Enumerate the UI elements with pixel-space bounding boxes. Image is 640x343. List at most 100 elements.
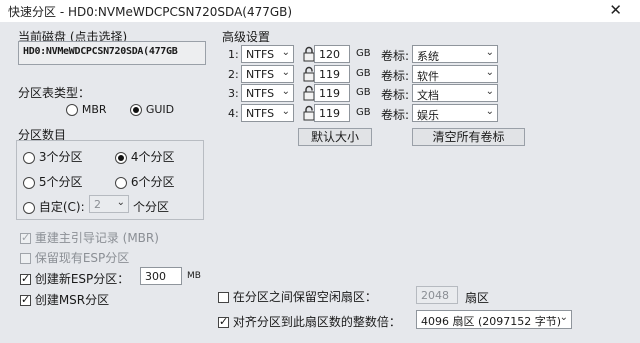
partition-index: 3:	[228, 87, 239, 100]
option-create-esp[interactable]: 创建新ESP分区：	[20, 270, 129, 287]
radio-4-label: 4个分区	[130, 150, 175, 164]
partition-size-input[interactable]: 120	[314, 45, 350, 63]
disk-value: HD0:NVMeWDCPCSN720SDA(477GB	[23, 46, 178, 57]
align-sectors-select[interactable]: 4096 扇区 (2097152 字节) ⌄	[416, 310, 572, 329]
partition-size-input[interactable]: 119	[314, 84, 350, 102]
chevron-down-icon: ⌄	[281, 106, 290, 117]
radio-3-label: 3个分区	[38, 150, 83, 164]
radio-5-partitions[interactable]: 5个分区	[23, 173, 82, 190]
volume-label-caption: 卷标:	[381, 49, 410, 63]
partition-index: 2:	[228, 68, 239, 81]
radio-custom[interactable]: 自定(C):	[23, 198, 85, 215]
disk-selector[interactable]: HD0:NVMeWDCPCSN720SDA(477GB	[18, 41, 206, 65]
chevron-down-icon: ⌄	[116, 197, 125, 208]
option-align-sectors[interactable]: 对齐分区到此扇区数的整数倍：	[218, 313, 401, 330]
custom-count-suffix: 个分区	[133, 200, 170, 214]
default-size-button[interactable]: 默认大小	[298, 128, 372, 146]
title-bar: 快速分区 - HD0:NVMeWDCPCSN720SDA(477GB) ✕	[0, 0, 640, 23]
quick-partition-dialog: 当前磁盘 (点击选择) HD0:NVMeWDCPCSN720SDA(477GB …	[0, 22, 640, 343]
volume-label-caption: 卷标:	[381, 69, 410, 83]
option-keep-esp[interactable]: 保留现有ESP分区	[20, 249, 129, 266]
radio-custom-indicator[interactable]	[23, 201, 35, 214]
reserve-sectors-input[interactable]: 2048	[416, 286, 458, 304]
size-unit: GB	[356, 68, 371, 79]
align-sectors-label: 对齐分区到此扇区数的整数倍：	[232, 315, 401, 329]
reserve-sectors-unit: 扇区	[465, 291, 490, 305]
volume-label-select[interactable]: 娱乐 ⌄	[412, 104, 498, 122]
filesystem-value: NTFS	[246, 87, 275, 100]
partition-size-input[interactable]: 119	[314, 65, 350, 83]
rebuild-mbr-label: 重建主引导记录 (MBR)	[34, 231, 159, 245]
volume-label-select[interactable]: 软件 ⌄	[412, 65, 498, 83]
align-sectors-checkbox[interactable]	[218, 315, 229, 328]
radio-mbr[interactable]: MBR	[66, 102, 107, 116]
radio-6-partitions[interactable]: 6个分区	[115, 173, 174, 190]
volume-label-value: 系统	[417, 50, 439, 63]
filesystem-select[interactable]: NTFS ⌄	[241, 65, 294, 83]
option-create-msr[interactable]: 创建MSR分区	[20, 291, 109, 308]
esp-size-unit: MB	[187, 271, 201, 281]
reserve-sectors-label: 在分区之间保留空闲扇区：	[232, 290, 377, 304]
partition-table-label: 分区表类型：	[18, 86, 91, 100]
filesystem-value: NTFS	[246, 48, 275, 61]
radio-5-indicator[interactable]	[23, 176, 35, 189]
partition-size-input[interactable]: 119	[314, 104, 350, 122]
chevron-down-icon: ⌄	[281, 86, 290, 97]
radio-4-partitions[interactable]: 4个分区	[115, 148, 174, 165]
radio-3-indicator[interactable]	[23, 151, 35, 164]
chevron-down-icon: ⌄	[281, 67, 290, 78]
partition-index: 4:	[228, 107, 239, 120]
volume-label-value: 娱乐	[417, 109, 439, 122]
radio-3-partitions[interactable]: 3个分区	[23, 148, 82, 165]
filesystem-select[interactable]: NTFS ⌄	[241, 45, 294, 63]
radio-guid-indicator[interactable]	[130, 103, 142, 116]
custom-count-select[interactable]: 2 ⌄	[89, 195, 129, 213]
align-sectors-value: 4096 扇区 (2097152 字节)	[421, 315, 562, 328]
filesystem-select[interactable]: NTFS ⌄	[241, 104, 294, 122]
create-msr-label: 创建MSR分区	[34, 293, 110, 307]
radio-custom-label: 自定(C):	[38, 200, 85, 214]
keep-esp-label: 保留现有ESP分区	[34, 251, 130, 265]
advanced-label: 高级设置	[222, 30, 271, 44]
volume-label-value: 文档	[417, 89, 439, 102]
size-unit: GB	[356, 107, 371, 118]
volume-label-caption: 卷标:	[381, 88, 410, 102]
esp-size-input[interactable]: 300	[140, 267, 182, 285]
size-unit: GB	[356, 48, 371, 59]
radio-mbr-label: MBR	[81, 103, 107, 116]
chevron-down-icon: ⌄	[485, 47, 494, 58]
filesystem-value: NTFS	[246, 68, 275, 81]
radio-6-label: 6个分区	[130, 175, 175, 189]
partition-index: 1:	[228, 48, 239, 61]
chevron-down-icon: ⌄	[485, 106, 494, 117]
rebuild-mbr-checkbox[interactable]	[20, 231, 31, 244]
filesystem-select[interactable]: NTFS ⌄	[241, 84, 294, 102]
size-unit: GB	[356, 87, 371, 98]
radio-guid-label: GUID	[145, 103, 175, 116]
radio-guid[interactable]: GUID	[130, 102, 174, 116]
window-title: 快速分区 - HD0:NVMeWDCPCSN720SDA(477GB)	[8, 5, 293, 19]
reserve-sectors-checkbox[interactable]	[218, 292, 229, 303]
create-esp-checkbox[interactable]	[20, 272, 31, 285]
radio-5-label: 5个分区	[38, 175, 83, 189]
chevron-down-icon: ⌄	[485, 67, 494, 78]
keep-esp-checkbox[interactable]	[20, 253, 31, 264]
volume-label-select[interactable]: 文档 ⌄	[412, 84, 498, 102]
clear-labels-button[interactable]: 清空所有卷标	[412, 128, 525, 146]
volume-label-select[interactable]: 系统 ⌄	[412, 45, 498, 63]
filesystem-value: NTFS	[246, 107, 275, 120]
volume-label-caption: 卷标:	[381, 108, 410, 122]
create-msr-checkbox[interactable]	[20, 293, 31, 306]
chevron-down-icon: ⌄	[485, 86, 494, 97]
radio-4-indicator[interactable]	[115, 151, 127, 164]
custom-count-value: 2	[94, 198, 101, 211]
create-esp-label: 创建新ESP分区：	[34, 272, 130, 286]
volume-label-value: 软件	[417, 70, 439, 83]
chevron-down-icon: ⌄	[559, 312, 568, 323]
option-rebuild-mbr[interactable]: 重建主引导记录 (MBR)	[20, 229, 159, 246]
option-reserve-sectors[interactable]: 在分区之间保留空闲扇区：	[218, 288, 377, 305]
close-icon[interactable]: ✕	[609, 1, 622, 19]
chevron-down-icon: ⌄	[281, 47, 290, 58]
radio-mbr-indicator[interactable]	[66, 103, 78, 116]
radio-6-indicator[interactable]	[115, 176, 127, 189]
